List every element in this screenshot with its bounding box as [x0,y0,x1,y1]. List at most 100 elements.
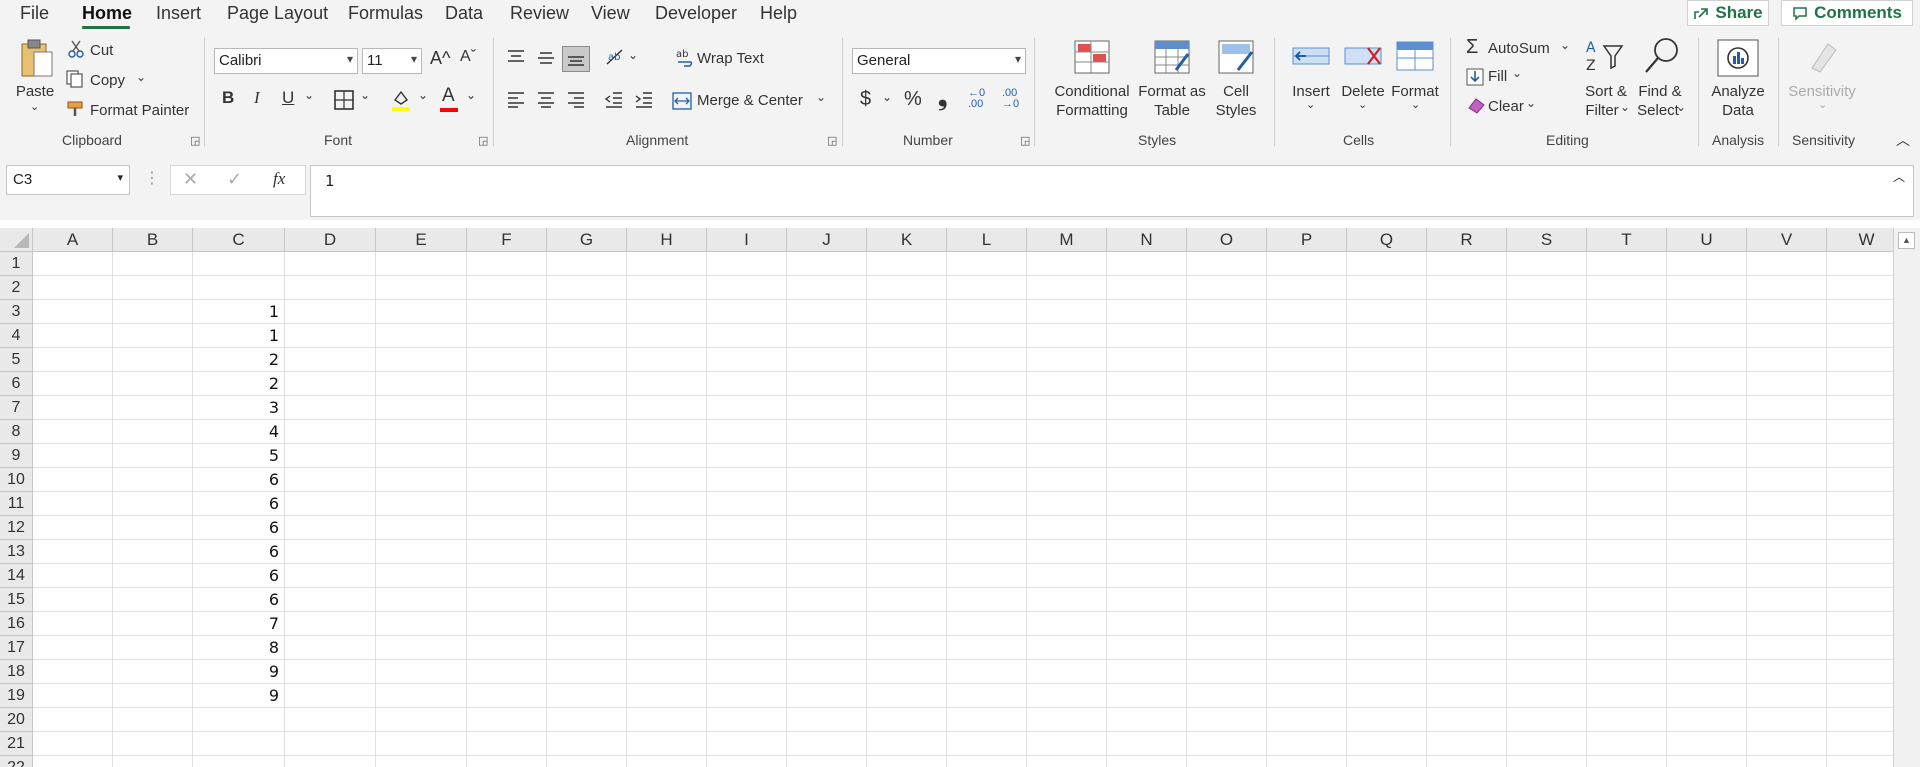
underline-button[interactable]: U [282,88,294,108]
name-box[interactable]: C3 ▾ [6,165,130,195]
share-button[interactable]: Share [1687,0,1769,26]
column-header-m[interactable]: M [1027,228,1107,252]
decrease-decimal-button[interactable]: .00 →0 [1002,88,1030,110]
format-painter-button[interactable]: Format Painter [90,102,189,119]
cell-c7[interactable]: 3 [193,396,279,420]
spreadsheet-grid[interactable]: A B C D E F G H I J K L M N O P Q R S T U V W 1 2 3 4 5 6 7 8 9 10 11 12 13… [0,228,1893,767]
font-name-select[interactable]: Calibri ▾ [214,48,358,74]
cell-styles-icon[interactable] [1218,40,1254,74]
font-color-button[interactable]: A [442,85,455,107]
cell-c6[interactable]: 2 [193,372,279,396]
sensitivity-dropdown-icon[interactable]: ⌄ [1818,98,1827,111]
fill-dropdown-icon[interactable]: ⌄ [1512,66,1522,80]
merge-center-button[interactable]: Merge & Center [697,92,803,109]
row-header-7[interactable]: 7 [0,396,33,420]
row-header-4[interactable]: 4 [0,324,33,348]
copy-icon[interactable] [66,70,84,88]
font-size-select[interactable]: 11 ▾ [362,48,422,74]
format-dropdown-icon[interactable]: ⌄ [1411,98,1420,111]
clipboard-launcher-icon[interactable]: ◲ [190,134,200,147]
column-header-f[interactable]: F [467,228,547,252]
cell-c14[interactable]: 6 [193,564,279,588]
cell-c5[interactable]: 2 [193,348,279,372]
delete-dropdown-icon[interactable]: ⌄ [1358,98,1367,111]
tab-developer[interactable]: Developer [655,3,737,24]
column-header-t[interactable]: T [1587,228,1667,252]
confirm-formula-icon[interactable]: ✓ [227,169,242,190]
increase-decimal-button[interactable]: ←0 .00 [968,88,996,110]
align-right-icon[interactable] [566,90,586,108]
row-header-11[interactable]: 11 [0,492,33,516]
row-header-8[interactable]: 8 [0,420,33,444]
eraser-icon[interactable] [1466,96,1486,114]
find-select-dropdown-icon[interactable]: ⌄ [1676,100,1686,114]
autosum-button[interactable]: AutoSum [1488,40,1550,57]
cut-button[interactable]: Cut [90,42,113,59]
decrease-indent-icon[interactable] [604,90,624,108]
fill-color-icon[interactable] [390,88,412,112]
row-header-14[interactable]: 14 [0,564,33,588]
tab-view[interactable]: View [591,3,630,24]
wrap-text-button[interactable]: Wrap Text [697,50,764,67]
tab-review[interactable]: Review [510,3,569,24]
number-launcher-icon[interactable]: ◲ [1020,134,1030,147]
column-header-b[interactable]: B [113,228,193,252]
row-header-20[interactable]: 20 [0,708,33,732]
cancel-formula-icon[interactable]: ✕ [183,169,198,190]
wrap-text-icon[interactable]: ab [676,48,694,68]
autosum-dropdown-icon[interactable]: ⌄ [1560,38,1570,52]
clear-button[interactable]: Clear [1488,98,1524,115]
column-header-o[interactable]: O [1187,228,1267,252]
column-header-a[interactable]: A [33,228,113,252]
format-as-table-label-1[interactable]: Format as [1134,82,1210,101]
column-header-c[interactable]: C [193,228,285,252]
cell-c18[interactable]: 9 [193,660,279,684]
column-header-r[interactable]: R [1427,228,1507,252]
align-middle-icon[interactable] [536,48,556,66]
autosum-icon[interactable]: Σ [1466,36,1478,59]
column-header-q[interactable]: Q [1347,228,1427,252]
font-color-dropdown-icon[interactable]: ⌄ [466,88,476,102]
row-header-9[interactable]: 9 [0,444,33,468]
row-header-13[interactable]: 13 [0,540,33,564]
bold-button[interactable]: B [222,88,234,108]
find-select-label-1[interactable]: Find & [1628,82,1692,101]
align-bottom-button[interactable] [562,46,590,72]
column-header-e[interactable]: E [376,228,467,252]
row-header-2[interactable]: 2 [0,276,33,300]
cell-c4[interactable]: 1 [193,324,279,348]
more-options-icon[interactable]: ⋮ [144,168,160,188]
tab-insert[interactable]: Insert [156,3,201,24]
vertical-scrollbar[interactable]: ▲ [1893,228,1920,767]
cell-c10[interactable]: 6 [193,468,279,492]
tab-page-layout[interactable]: Page Layout [227,3,328,24]
cell-c11[interactable]: 6 [193,492,279,516]
insert-dropdown-icon[interactable]: ⌄ [1306,98,1315,111]
underline-dropdown-icon[interactable]: ⌄ [304,88,314,102]
cut-icon[interactable] [68,40,84,58]
tab-home[interactable]: Home [82,3,132,24]
conditional-formatting-label-1[interactable]: Conditional [1046,82,1138,101]
copy-button[interactable]: Copy [90,72,125,89]
tab-file[interactable]: File [20,3,49,24]
format-as-table-label-2[interactable]: Table [1134,101,1210,120]
column-header-g[interactable]: G [547,228,627,252]
column-header-h[interactable]: H [627,228,707,252]
column-header-w[interactable]: W [1827,228,1893,252]
row-header-1[interactable]: 1 [0,252,33,276]
cell-c15[interactable]: 6 [193,588,279,612]
cell-c17[interactable]: 8 [193,636,279,660]
scroll-up-icon[interactable]: ▲ [1898,232,1915,249]
sort-filter-label-1[interactable]: Sort & [1576,82,1636,101]
grow-font-button[interactable]: A^ [430,48,450,69]
formula-input[interactable]: 1 ︿ [310,165,1914,217]
conditional-formatting-label-2[interactable]: Formatting [1046,101,1138,120]
column-header-v[interactable]: V [1747,228,1827,252]
paste-icon[interactable] [18,38,56,80]
borders-dropdown-icon[interactable]: ⌄ [360,88,370,102]
row-header-6[interactable]: 6 [0,372,33,396]
fill-down-icon[interactable] [1466,68,1484,86]
expand-formula-bar-icon[interactable]: ︿ [1893,168,1905,185]
row-header-15[interactable]: 15 [0,588,33,612]
increase-indent-icon[interactable] [634,90,654,108]
